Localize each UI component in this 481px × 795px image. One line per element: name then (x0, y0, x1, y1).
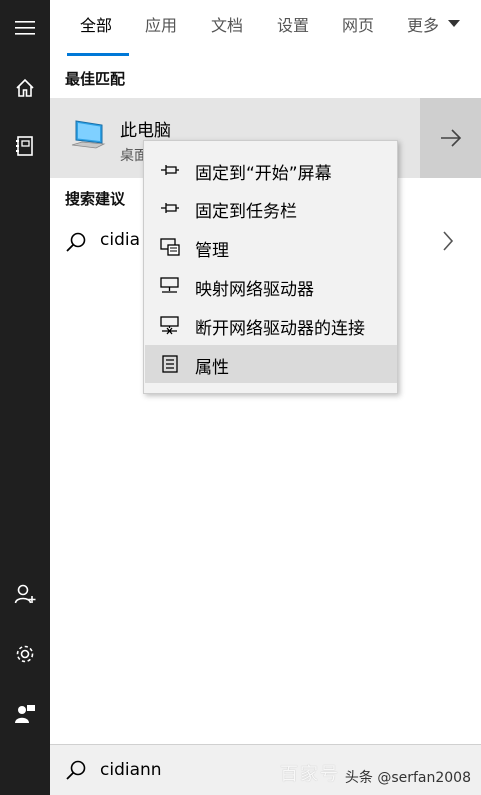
tab-more[interactable]: 更多 (407, 14, 439, 38)
search-panel: 全部 应用 文档 设置 网页 更多 最佳匹配 此电脑 桌面 搜索建议 cidia (50, 0, 481, 795)
search-icon (66, 760, 86, 780)
feedback-button[interactable] (0, 690, 50, 738)
tab-web[interactable]: 网页 (342, 14, 374, 38)
menu-item-disconnect-network-drive[interactable]: 断开网络驱动器的连接 (145, 306, 397, 344)
settings-button[interactable] (0, 630, 50, 678)
menu-item-manage[interactable]: 管理 (145, 228, 397, 266)
tab-settings[interactable]: 设置 (277, 14, 309, 38)
menu-item-label: 固定到“开始”屏幕 (195, 164, 332, 184)
suggestion-text: cidia (100, 230, 141, 250)
tab-documents[interactable]: 文档 (211, 14, 243, 38)
notebook-icon (16, 136, 33, 156)
settings-icon (16, 645, 34, 663)
context-menu: 固定到“开始”屏幕 固定到任务栏 管理 映射网络驱动器 断开网络驱动器的连接 属… (143, 140, 398, 394)
manage-icon (160, 238, 180, 256)
filter-tabs: 全部 应用 文档 设置 网页 更多 (50, 0, 481, 56)
menu-item-map-network-drive[interactable]: 映射网络驱动器 (145, 267, 397, 305)
hamburger-menu-button[interactable] (0, 4, 50, 52)
home-button[interactable] (0, 64, 50, 112)
feedback-icon (15, 705, 35, 723)
search-icon (66, 232, 86, 252)
left-rail (0, 0, 50, 795)
menu-item-label: 管理 (195, 241, 229, 261)
disconnect-network-drive-icon (160, 316, 179, 335)
menu-item-pin-to-start[interactable]: 固定到“开始”屏幕 (145, 151, 397, 189)
suggestions-heading: 搜索建议 (65, 190, 126, 208)
active-tab-indicator (67, 53, 129, 56)
add-user-button[interactable] (0, 570, 50, 618)
notebook-button[interactable] (0, 122, 50, 170)
this-pc-icon (71, 120, 106, 149)
menu-item-label: 属性 (195, 358, 229, 378)
properties-icon (162, 355, 178, 373)
chevron-right-icon (443, 231, 454, 251)
add-user-icon (14, 584, 36, 604)
menu-item-label: 断开网络驱动器的连接 (195, 319, 365, 339)
menu-item-properties[interactable]: 属性 (145, 345, 397, 383)
best-match-title: 此电脑 (120, 121, 171, 141)
credit-text: 头条 @serfan2008 (344, 770, 471, 786)
menu-item-pin-to-taskbar[interactable]: 固定到任务栏 (145, 189, 397, 227)
chevron-down-icon (448, 20, 460, 27)
arrow-right-icon (440, 129, 461, 147)
watermark: 百家号 (280, 764, 340, 785)
hamburger-icon (15, 21, 35, 35)
map-network-drive-icon (160, 277, 179, 293)
best-match-heading: 最佳匹配 (65, 70, 126, 88)
tab-apps[interactable]: 应用 (145, 14, 177, 38)
home-icon (16, 78, 34, 97)
tab-all[interactable]: 全部 (80, 14, 112, 38)
pin-taskbar-icon (161, 203, 179, 213)
menu-item-label: 固定到任务栏 (195, 202, 297, 222)
pin-icon (161, 165, 179, 175)
open-arrow-button[interactable] (420, 98, 481, 178)
menu-item-label: 映射网络驱动器 (195, 280, 314, 300)
